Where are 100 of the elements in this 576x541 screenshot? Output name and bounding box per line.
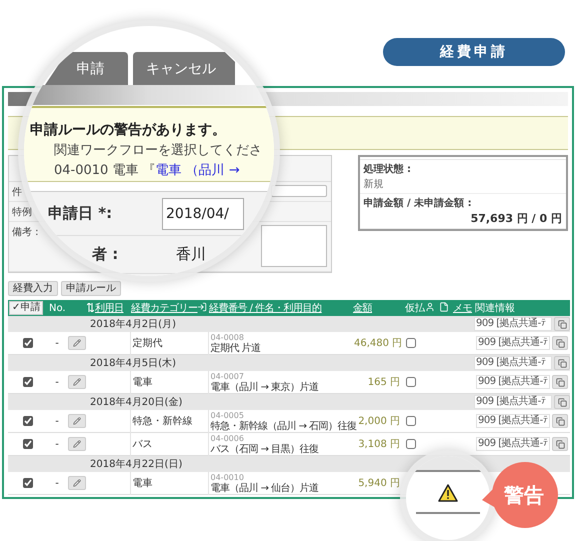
row-checkbox[interactable] <box>23 338 33 348</box>
warning-title: 申請ルールの警告があります。 <box>30 121 226 139</box>
warning-callout: 警告 <box>482 462 558 528</box>
date-group-label: 2018年4月22日(日) <box>90 458 182 471</box>
edit-button[interactable] <box>68 375 86 389</box>
status-value: 新規 <box>364 178 385 191</box>
expense-link[interactable]: 電車 （品川 → <box>156 163 240 178</box>
person-icon <box>425 302 435 312</box>
pencil-icon <box>73 378 81 386</box>
expense-number: 04-0006 <box>210 433 244 444</box>
pencil-icon <box>73 479 81 487</box>
expense-number: 04-0005 <box>210 410 244 420</box>
copy-icon <box>558 398 566 406</box>
row-number: - <box>55 338 59 348</box>
edit-button[interactable] <box>68 336 86 350</box>
related-info-field[interactable]: 909 [拠点共通-ﾃ <box>474 317 552 331</box>
copy-button[interactable] <box>554 317 570 331</box>
copy-button[interactable] <box>552 375 568 389</box>
advance-checkbox[interactable] <box>406 416 416 426</box>
input-field[interactable] <box>270 185 327 197</box>
row-checkbox[interactable] <box>23 478 33 488</box>
toolbar-button[interactable]: 経費入力 <box>8 281 58 296</box>
amount-cell: 5,940 円 <box>358 478 400 489</box>
row-number: - <box>55 438 59 450</box>
expense-number: 04-0008 <box>210 332 244 342</box>
expense-title: 電車（品川 → 仙台）片道 <box>210 483 319 494</box>
copy-button[interactable] <box>554 395 570 409</box>
textarea-field[interactable] <box>260 225 327 267</box>
copy-icon <box>558 358 566 368</box>
category-cell: 特急・新幹線 <box>132 416 192 427</box>
edit-button[interactable] <box>68 476 86 490</box>
edit-button[interactable] <box>68 414 86 428</box>
field-label: 申請日 *: <box>48 204 114 223</box>
related-info-field[interactable]: 909 [拠点共通-ﾃ <box>476 414 550 428</box>
expense-title: 定期代 片道 <box>210 343 261 354</box>
date-input-field[interactable]: 2018/04/ <box>162 198 244 230</box>
toolbar-button[interactable]: 申請ルール <box>61 281 121 296</box>
form-label: 件 <box>12 186 22 199</box>
amount-cell: 2,000 円 <box>358 416 400 427</box>
pencil-icon <box>73 440 81 448</box>
form-label: 特例 <box>12 206 32 219</box>
page-title-badge: 経費申請 <box>383 38 565 66</box>
copy-button[interactable] <box>552 437 568 451</box>
row-number: - <box>55 376 59 388</box>
amount-cell: 165 円 <box>368 377 400 388</box>
row-checkbox[interactable] <box>23 376 33 387</box>
related-info-field[interactable]: 909 [拠点共通-ﾃ <box>474 395 552 409</box>
form-label: 備考 : <box>12 226 39 239</box>
copy-icon <box>556 440 564 448</box>
copy-icon <box>556 338 564 348</box>
copy-button[interactable] <box>552 414 568 428</box>
field-label: 者 : <box>92 245 120 264</box>
related-info-field[interactable]: 909 [拠点共通-ﾃ <box>476 437 550 451</box>
related-info-field[interactable]: 909 [拠点共通-ﾃ <box>474 356 552 370</box>
date-group-label: 2018年4月2日(月) <box>90 318 176 331</box>
category-cell: 電車 <box>132 377 152 388</box>
expense-number: 04-0010 <box>210 472 244 482</box>
category-cell: 定期代 <box>132 338 162 349</box>
amount-cell: 46,480 円 <box>354 338 402 349</box>
category-cell: 電車 <box>132 478 152 489</box>
column-header-link[interactable]: 経費カテゴリー <box>131 301 198 315</box>
select-all-button[interactable]: ✓申請 <box>9 301 44 315</box>
expense-title: 特急・新幹線（品川 → 石岡）往復 <box>210 421 357 432</box>
action-tab[interactable]: キャンセル <box>133 52 235 85</box>
row-checkbox[interactable] <box>23 416 33 426</box>
sort-icon <box>87 303 94 312</box>
pencil-icon <box>73 339 81 347</box>
enter-icon <box>197 302 207 312</box>
warning-text: 関連ワークフローを選択してくださ <box>54 142 262 159</box>
advance-checkbox[interactable] <box>406 376 416 387</box>
related-info-field[interactable]: 909 [拠点共通-ﾃ <box>476 375 550 389</box>
warning-icon <box>438 484 458 502</box>
column-header: 関連情報 <box>475 303 515 314</box>
applicant-name: 香川 <box>176 245 206 264</box>
copy-icon <box>556 378 564 386</box>
expense-title: バス（石岡 → 目黒）往復 <box>210 444 319 455</box>
pencil-icon <box>73 417 81 425</box>
copy-icon <box>556 416 564 426</box>
status-label: 処理状態 : <box>364 162 412 176</box>
amount-total: 57,693 円 / 0 円 <box>470 211 562 226</box>
related-info-field[interactable]: 909 [拠点共通-ﾃ <box>476 336 550 350</box>
category-cell: バス <box>132 439 152 450</box>
advance-checkbox[interactable] <box>406 438 416 449</box>
expense-number: 04-0007 <box>210 371 244 382</box>
copy-button[interactable] <box>552 336 568 350</box>
edit-button[interactable] <box>68 437 86 451</box>
document-icon <box>439 302 449 312</box>
action-tab[interactable]: 申請 <box>45 52 128 85</box>
copy-button[interactable] <box>554 356 570 370</box>
column-header: No. <box>49 302 66 314</box>
row-checkbox[interactable] <box>23 438 33 449</box>
date-group-label: 2018年4月5日(木) <box>90 356 176 370</box>
row-number: - <box>55 416 59 426</box>
date-group-label: 2018年4月20日(金) <box>90 396 182 409</box>
copy-icon <box>558 320 566 328</box>
expense-title: 電車（品川 → 東京）片道 <box>210 382 319 393</box>
column-header-link[interactable]: メモ <box>453 301 472 315</box>
warning-reference: 04-0010 電車 『電車 （品川 → <box>54 162 240 179</box>
amount-label: 申請金額 / 未申請金額 : <box>364 196 473 210</box>
advance-checkbox[interactable] <box>406 338 416 348</box>
